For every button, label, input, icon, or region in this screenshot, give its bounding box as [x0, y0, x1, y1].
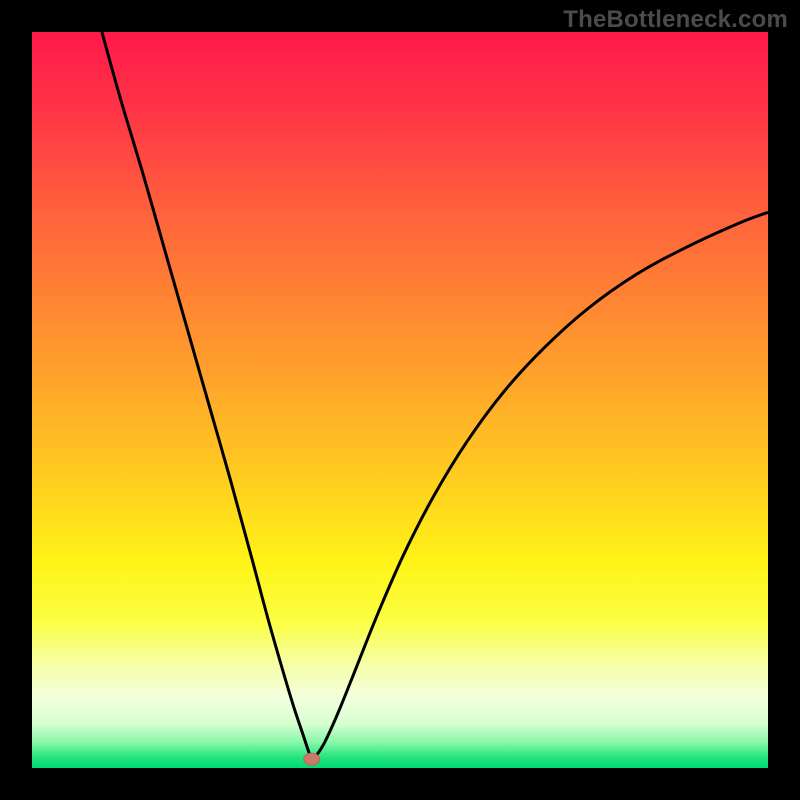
plot-svg — [32, 32, 768, 768]
plot-area — [32, 32, 768, 768]
watermark-text: TheBottleneck.com — [563, 6, 788, 34]
optimum-marker — [304, 753, 320, 765]
gradient-background — [32, 32, 768, 768]
chart-container: TheBottleneck.com — [0, 0, 800, 800]
